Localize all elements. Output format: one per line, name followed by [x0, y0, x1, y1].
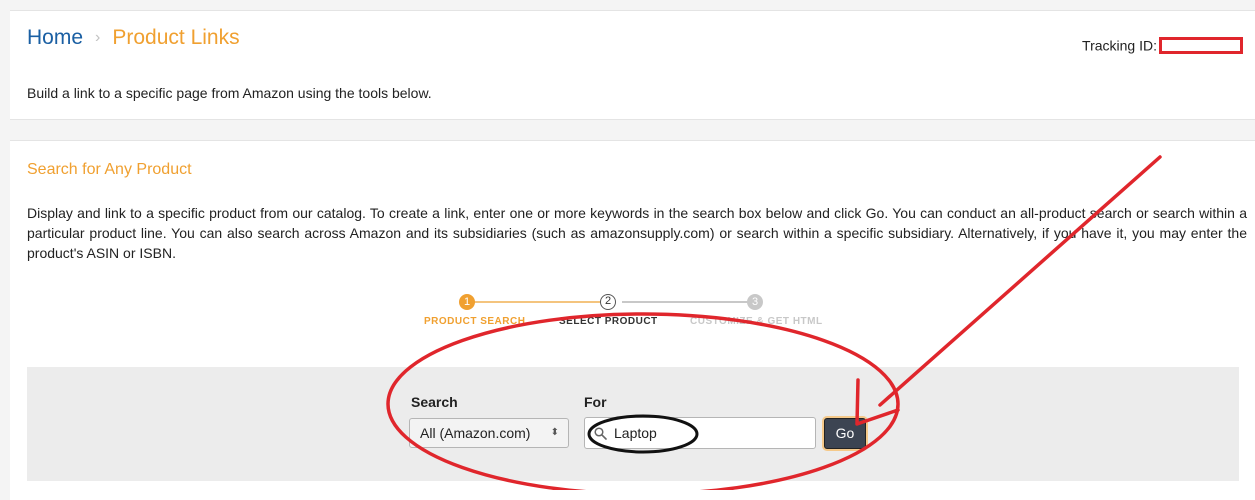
step-3-label: CUSTOMIZE & GET HTML: [690, 316, 823, 327]
step-1-label: PRODUCT SEARCH: [424, 316, 526, 327]
search-input-value: Laptop: [614, 425, 657, 441]
step-3-marker: 3: [747, 294, 763, 310]
tracking-id: Tracking ID:: [1082, 36, 1243, 54]
tracking-id-label: Tracking ID:: [1082, 37, 1157, 54]
step-2-label: SELECT PRODUCT: [559, 316, 658, 327]
page-subtitle: Build a link to a specific page from Ama…: [27, 85, 432, 101]
step-connector-1: [467, 301, 607, 303]
page-title: Product Links: [112, 26, 240, 49]
section-description: Display and link to a specific product f…: [27, 205, 1247, 261]
section-title: Search for Any Product: [27, 161, 192, 178]
step-1-marker: 1: [459, 294, 475, 310]
updown-arrow-icon: ⬍: [550, 427, 559, 438]
tracking-id-redaction: [1159, 36, 1243, 54]
step-2-marker: 2: [600, 294, 616, 310]
search-panel: Search for Any Product Display and link …: [10, 140, 1255, 500]
header-panel: Home › Product Links Tracking ID: Build a …: [10, 10, 1255, 120]
breadcrumb: Home › Product Links: [27, 26, 240, 52]
breadcrumb-home-link[interactable]: Home: [27, 26, 83, 49]
category-select[interactable]: All (Amazon.com) ⬍: [409, 418, 569, 448]
progress-stepper: 1 2 3 PRODUCT SEARCH SELECT PRODUCT CUST…: [10, 291, 1255, 331]
go-button[interactable]: Go: [824, 418, 866, 449]
search-query-label: For: [584, 394, 607, 410]
breadcrumb-separator: ›: [95, 29, 101, 46]
search-icon: [594, 427, 607, 440]
search-input[interactable]: Laptop: [584, 417, 816, 449]
step-connector-2: [622, 301, 760, 303]
category-select-value: All (Amazon.com): [420, 425, 531, 441]
search-form: Search For All (Amazon.com) ⬍ Laptop Go: [27, 367, 1239, 481]
search-category-label: Search: [411, 394, 458, 410]
